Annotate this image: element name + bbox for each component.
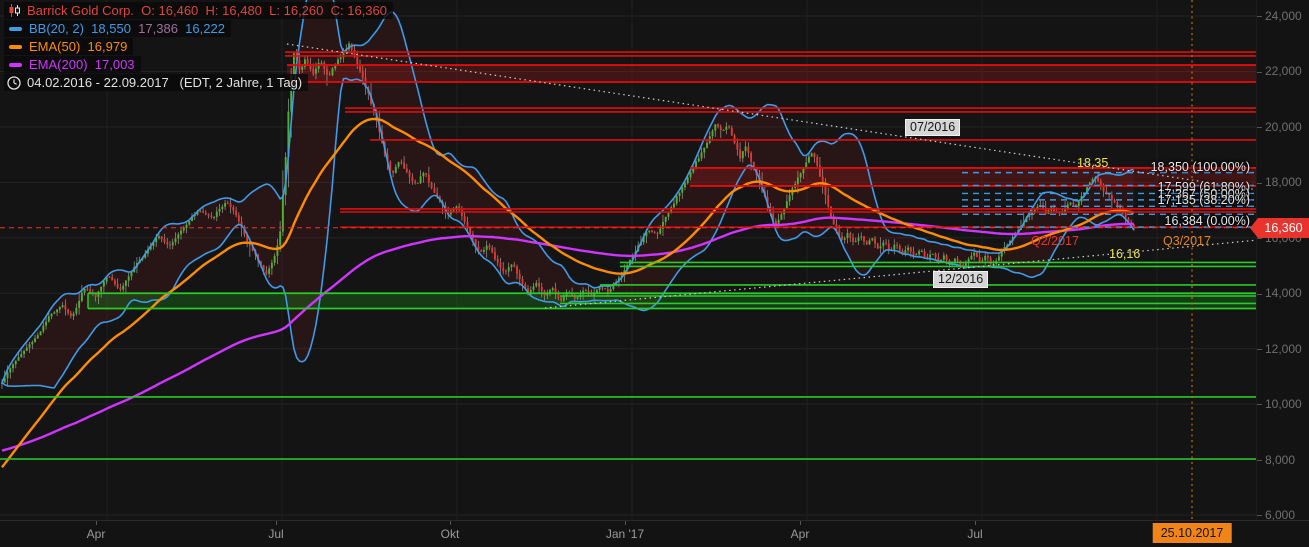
quarter-label: Q2/2017 <box>1031 234 1079 248</box>
fib-level-label: 16,384 (0.00%) <box>1165 214 1250 228</box>
legend-range-row: 04.02.2016 - 22.09.2017 (EDT, 2 Jahre, 1… <box>4 74 393 91</box>
time-axis[interactable]: Apr Jul Okt Jan '17 Apr Jul <box>0 520 1309 547</box>
time-axis-label: Jul <box>967 527 982 541</box>
time-axis-label: Jul <box>268 527 283 541</box>
high-value: 16,480 <box>222 3 262 18</box>
bb-label: BB(20, 2) <box>29 21 84 36</box>
time-axis-label: Okt <box>441 527 460 541</box>
time-axis-label: Jan '17 <box>606 527 644 541</box>
price-point-label: 18,35 <box>1077 156 1108 170</box>
low-value: 16,260 <box>284 3 324 18</box>
ema50-line-marker-icon <box>9 45 22 49</box>
high-label: H: <box>206 3 219 18</box>
last-price-tag: 16,360 <box>1258 218 1309 238</box>
price-axis-label: 10,000 <box>1257 398 1309 410</box>
time-axis-label: Apr <box>791 527 810 541</box>
price-point-label: 16,16 <box>1109 247 1140 261</box>
price-axis-label: 22,000 <box>1257 65 1309 77</box>
close-label: C: <box>331 3 344 18</box>
bb-middle-value: 17,386 <box>138 21 178 36</box>
date-range: 04.02.2016 - 22.09.2017 <box>27 75 169 90</box>
legend-bb-row[interactable]: BB(20, 2) 18,550 17,386 16,222 <box>4 20 393 37</box>
fib-level-label: 17,135 (38.20%) <box>1158 193 1250 207</box>
ema50-value: 16,979 <box>88 39 128 54</box>
bb-upper-value: 18,550 <box>91 21 131 36</box>
ema200-value: 17,003 <box>95 57 135 72</box>
fib-level-label: 18,350 (100.00%) <box>1151 160 1250 174</box>
legend: Barrick Gold Corp. O: 16,460 H: 16,480 L… <box>4 2 393 92</box>
close-value: 16,360 <box>347 3 387 18</box>
legend-ema200-row[interactable]: EMA(200) 17,003 <box>4 56 393 73</box>
open-value: 16,460 <box>159 3 199 18</box>
clock-icon <box>7 76 21 90</box>
ema200-label: EMA(200) <box>29 57 88 72</box>
bb-lower-value: 16,222 <box>185 21 225 36</box>
legend-symbol-row[interactable]: Barrick Gold Corp. O: 16,460 H: 16,480 L… <box>4 2 393 19</box>
price-axis[interactable]: 24,00022,00020,00018,00016,00014,00012,0… <box>1256 0 1309 520</box>
price-axis-label: 18,000 <box>1257 176 1309 188</box>
candlestick-logo-icon <box>8 4 21 17</box>
ema200-line-marker-icon <box>9 63 22 67</box>
price-tag-arrow-icon <box>1250 218 1258 238</box>
time-axis-label: Apr <box>87 527 106 541</box>
bb-line-marker-icon <box>9 27 22 31</box>
symbol-name: Barrick Gold Corp. <box>27 3 134 18</box>
price-axis-label: 12,000 <box>1257 343 1309 355</box>
legend-ema50-row[interactable]: EMA(50) 16,979 <box>4 38 393 55</box>
price-axis-label: 20,000 <box>1257 121 1309 133</box>
price-axis-label: 24,000 <box>1257 10 1309 22</box>
trading-chart-app: { "legend": { "symbol": "Barrick Gold Co… <box>0 0 1309 547</box>
period-label-box: 12/2016 <box>933 271 988 288</box>
low-label: L: <box>269 3 280 18</box>
future-date-tag: 25.10.2017 <box>1153 523 1232 543</box>
open-label: O: <box>141 3 155 18</box>
price-axis-label: 14,000 <box>1257 287 1309 299</box>
quarter-label: Q3/2017 <box>1163 234 1211 248</box>
period-label-box: 07/2016 <box>905 119 960 136</box>
ema50-label: EMA(50) <box>29 39 80 54</box>
range-detail: (EDT, 2 Jahre, 1 Tag) <box>180 75 303 90</box>
price-axis-label: 8,000 <box>1257 454 1309 466</box>
